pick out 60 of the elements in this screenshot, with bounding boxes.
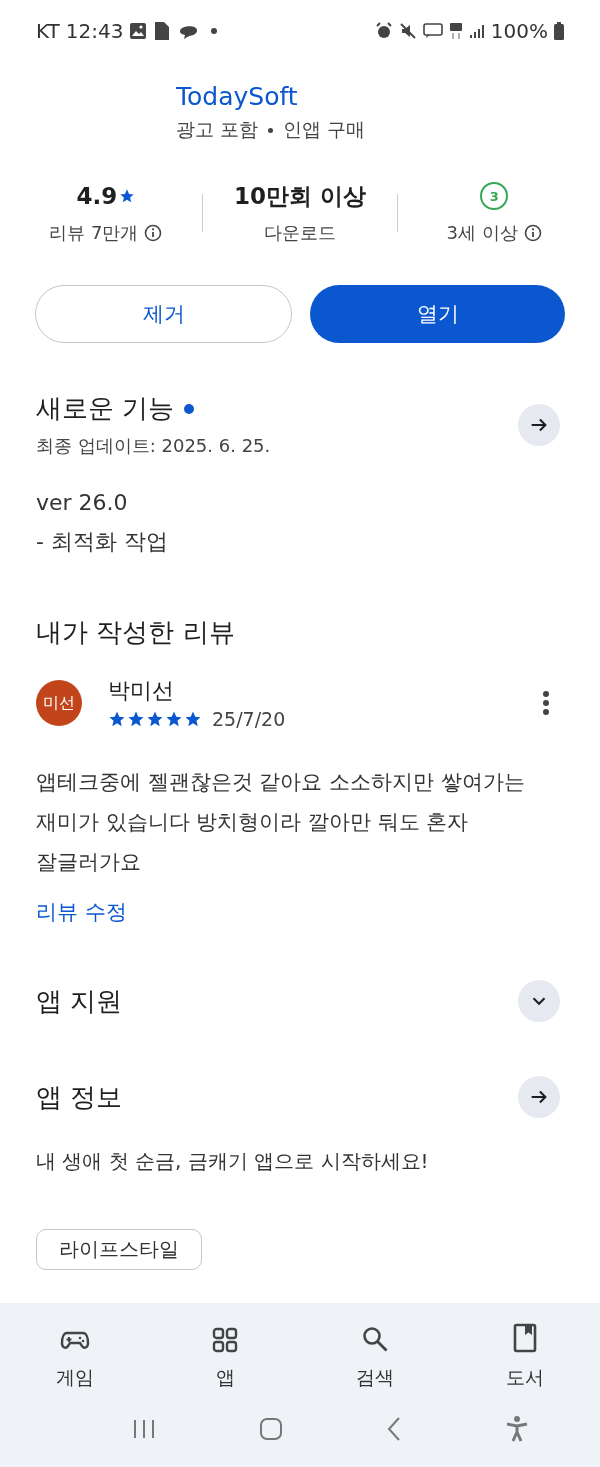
notification-dot-icon [211, 28, 218, 34]
app-description: 내 생애 첫 순금, 금캐기 앱으로 시작하세요! [35, 1148, 430, 1175]
star-icon [165, 710, 183, 728]
home-icon[interactable] [258, 1417, 283, 1441]
network-icon [448, 22, 463, 40]
release-note: - 최적화 작업 [36, 528, 169, 556]
search-icon [361, 1325, 389, 1353]
image-icon [129, 22, 148, 40]
star-icon [108, 710, 126, 728]
stat-label: 리뷰 7만개 [49, 221, 139, 245]
apps-grid-icon [212, 1327, 238, 1353]
more-options-icon[interactable] [542, 690, 550, 716]
stat-value: 10만회 이상 [233, 181, 366, 211]
accessibility-icon[interactable] [504, 1415, 529, 1443]
review-date: 25/7/20 [212, 708, 286, 730]
nav-item[interactable]: 검색 [320, 1315, 430, 1391]
info-icon[interactable] [144, 224, 163, 242]
section-title: 앱 정보 [36, 1080, 123, 1114]
back-icon[interactable] [385, 1416, 402, 1442]
section-title: 새로운 기능 [36, 392, 175, 425]
review-text: 앱테크중에 젤괜찮은것 같아요 소소하지만 쌓여가는 재미가 있습니다 방치형이라 깔아만 둬도 혼자 잘글러가요 [35, 769, 526, 876]
signal-icon [468, 23, 485, 39]
app-note: 광고 포함 [176, 117, 259, 142]
nav-item[interactable]: 게임 [20, 1315, 130, 1391]
open-button[interactable]: 열기 [310, 285, 565, 343]
nav-item[interactable]: 도서 [470, 1315, 580, 1391]
section-title: 내가 작성한 리뷰 [35, 616, 236, 649]
star-icon [119, 188, 136, 204]
star-icon [127, 710, 145, 728]
book-icon [513, 1323, 537, 1353]
category-chip[interactable]: 라이프스타일 [36, 1229, 202, 1270]
age-rating-badge: 3 [480, 182, 509, 210]
avatar: 미선 [36, 680, 82, 726]
star-icon [146, 710, 164, 728]
section-title: 앱 지원 [36, 984, 123, 1018]
app-note: 인앱 구매 [283, 117, 366, 142]
document-icon [153, 21, 172, 41]
battery-icon [554, 22, 564, 40]
developer-link[interactable]: TodaySoft [176, 82, 600, 111]
edit-review-link[interactable]: 리뷰 수정 [36, 898, 127, 926]
battery-level: 100% [490, 19, 548, 43]
clock: 12:43 [65, 19, 124, 43]
hd-icon [422, 23, 443, 39]
info-icon[interactable] [523, 224, 542, 242]
reviewer-name: 박미선 [108, 677, 175, 705]
recent-apps-icon[interactable] [131, 1418, 156, 1440]
stat-label: 3세 이상 [446, 221, 518, 245]
arrow-button[interactable] [518, 403, 560, 446]
alarm-icon [374, 22, 393, 40]
arrow-button[interactable] [518, 1076, 560, 1118]
rating-value: 4.9 [76, 183, 118, 209]
update-date: 최종 업데이트: 2025. 6. 25. [36, 434, 272, 458]
star-icon [184, 710, 202, 728]
separator-dot-icon [268, 127, 274, 133]
nav-item[interactable]: 앱 [170, 1315, 280, 1391]
release-note: ver 26.0 [36, 490, 129, 515]
carrier: KT [36, 19, 60, 43]
mute-icon [398, 22, 417, 40]
stat-label: 다운로드 [264, 221, 336, 245]
uninstall-button[interactable]: 제거 [35, 285, 292, 343]
